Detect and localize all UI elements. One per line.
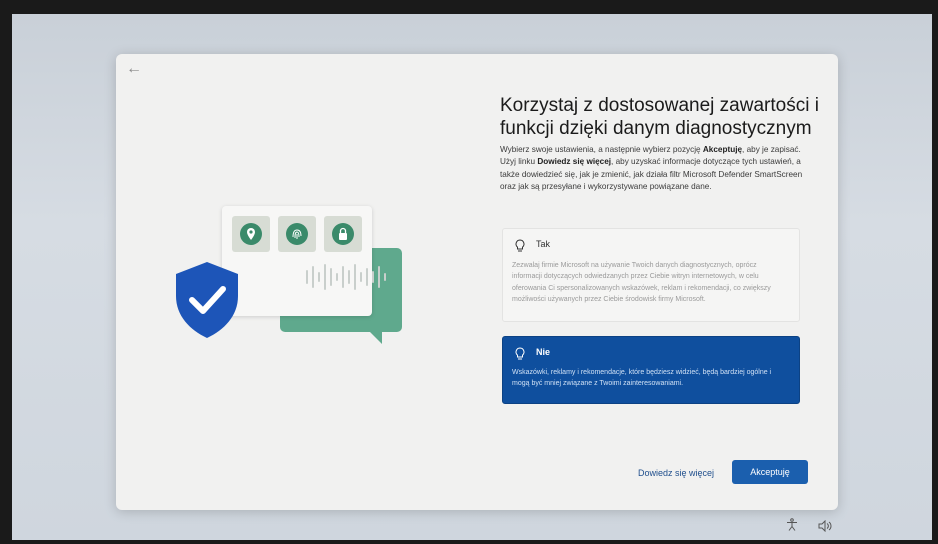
privacy-illustration (174, 202, 414, 362)
lightbulb-icon (514, 239, 526, 253)
fingerprint-icon (286, 223, 308, 245)
option-nie-label: Nie (536, 347, 551, 357)
page-description: Wybierz swoje ustawienia, a następnie wy… (500, 145, 803, 191)
chat-bubble-tail (368, 330, 382, 344)
page-title: Korzystaj z dostosowanej zawartości i fu… (500, 95, 819, 139)
option-tak-description: Zezwalaj firmie Microsoft na używanie Tw… (512, 262, 771, 304)
lock-icon (332, 223, 354, 245)
oobe-dialog: ← Korzystaj z dostosowanej zawartości i … (116, 54, 838, 510)
option-nie[interactable]: Nie Wskazówki, reklamy i rekomendacje, k… (502, 336, 800, 404)
fingerprint-tile (278, 216, 316, 252)
back-arrow-icon[interactable]: ← (126, 60, 144, 78)
screen: ← Korzystaj z dostosowanej zawartości i … (12, 14, 932, 540)
option-tak[interactable]: Tak Zezwalaj firmie Microsoft na używani… (502, 228, 800, 322)
learn-more-button[interactable]: Dowiedz się więcej (638, 468, 714, 478)
shield-check-icon (172, 260, 242, 340)
location-pin-icon (240, 223, 262, 245)
accept-button[interactable]: Akceptuję (732, 460, 808, 484)
volume-icon[interactable] (818, 519, 832, 533)
location-tile (232, 216, 270, 252)
illustration-panel (222, 206, 386, 316)
lock-tile (324, 216, 362, 252)
accessibility-icon[interactable] (786, 518, 798, 532)
option-nie-description: Wskazówki, reklamy i rekomendacje, które… (512, 369, 772, 388)
option-tak-label: Tak (536, 239, 551, 249)
lightbulb-icon (514, 347, 526, 361)
